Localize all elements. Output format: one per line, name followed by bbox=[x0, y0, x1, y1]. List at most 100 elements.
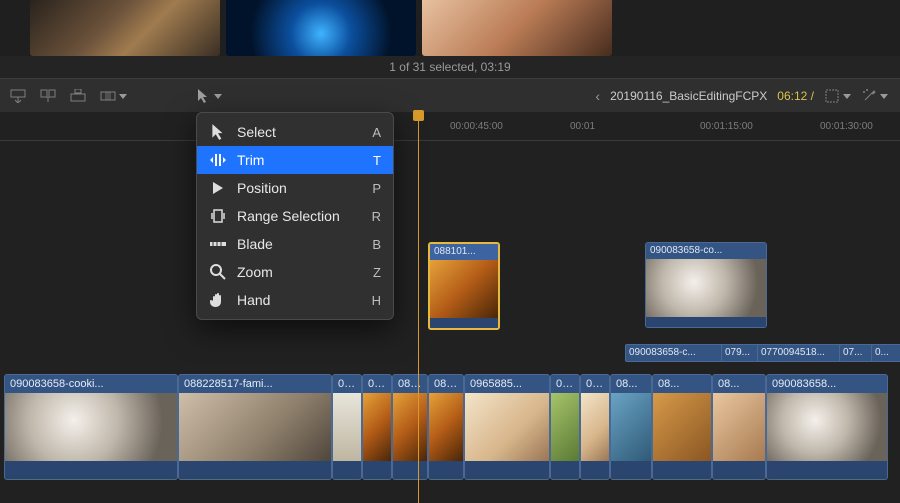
zoom-icon bbox=[209, 263, 227, 281]
connected-clip[interactable]: 090083658-co... bbox=[645, 242, 767, 328]
connect-icon[interactable] bbox=[70, 88, 86, 104]
connected-clip[interactable]: 088101... bbox=[428, 242, 500, 330]
primary-clip[interactable]: 08... bbox=[580, 374, 610, 480]
browser-thumb[interactable] bbox=[30, 0, 220, 56]
ruler-mark: 00:01:30:00 bbox=[820, 121, 873, 132]
tool-menu-item-blade[interactable]: BladeB bbox=[197, 230, 393, 258]
clip-label: 088... bbox=[393, 375, 427, 393]
primary-clip[interactable]: 08... bbox=[332, 374, 362, 480]
tool-menu-item-range[interactable]: Range Selection R bbox=[197, 202, 393, 230]
tool-selector[interactable] bbox=[195, 88, 222, 104]
primary-clip[interactable]: 08... bbox=[362, 374, 392, 480]
chevron-down-icon bbox=[843, 94, 851, 99]
primary-clip[interactable]: 08... bbox=[610, 374, 652, 480]
status-text: 1 of 31 selected, 03:19 bbox=[389, 60, 510, 74]
clip-audio bbox=[333, 461, 361, 475]
effects-dropdown[interactable] bbox=[861, 88, 888, 104]
project-name[interactable]: 20190116_BasicEditingFCPX bbox=[610, 89, 767, 103]
position-icon bbox=[209, 179, 227, 197]
browser-thumb[interactable] bbox=[422, 0, 612, 56]
tool-menu-label: Blade bbox=[237, 236, 362, 252]
primary-clip[interactable]: 090083658-cooki... bbox=[4, 374, 178, 480]
tool-menu-label: Hand bbox=[237, 292, 362, 308]
clip-thumb bbox=[5, 393, 177, 461]
primary-clip[interactable]: 0965885... bbox=[464, 374, 550, 480]
connected-clips-lane-2[interactable]: 090083658-c...079...0770094518...07...0.… bbox=[0, 344, 900, 362]
tool-menu-item-trim[interactable]: TrimT bbox=[197, 146, 393, 174]
clip-label: 08... bbox=[713, 375, 765, 393]
clip-label: 088101... bbox=[430, 244, 498, 260]
tool-menu-item-zoom[interactable]: ZoomZ bbox=[197, 258, 393, 286]
timeline-ruler[interactable]: 00:00:45:0000:0100:01:15:0000:01:30:00 bbox=[0, 112, 900, 141]
clip-audio bbox=[430, 318, 498, 328]
clip-thumb bbox=[767, 393, 887, 461]
clip-label: 08... bbox=[581, 375, 609, 393]
append-icon[interactable] bbox=[40, 88, 56, 104]
primary-storyline[interactable]: 090083658-cooki...088228517-fami...08...… bbox=[0, 374, 900, 482]
clip-label: 090083658... bbox=[767, 375, 887, 393]
primary-clip[interactable]: 088228517-fami... bbox=[178, 374, 332, 480]
clip-audio bbox=[179, 461, 331, 475]
clip-label: 0965885... bbox=[465, 375, 549, 393]
clip-label: 090083658-co... bbox=[646, 243, 766, 259]
clip-audio bbox=[551, 461, 579, 475]
tool-menu-shortcut: R bbox=[372, 209, 381, 224]
index-dropdown[interactable] bbox=[824, 88, 851, 104]
clip-thumb bbox=[611, 393, 651, 461]
tool-menu-shortcut: A bbox=[372, 125, 381, 140]
effects-icon bbox=[861, 88, 877, 104]
primary-clip[interactable]: 08... bbox=[652, 374, 712, 480]
connected-clip-mini[interactable]: 0770094518... bbox=[757, 344, 845, 362]
tool-menu-item-position[interactable]: PositionP bbox=[197, 174, 393, 202]
select-icon bbox=[209, 123, 227, 141]
clip-audio bbox=[393, 461, 427, 475]
clip-thumb bbox=[465, 393, 549, 461]
clip-label: 08... bbox=[611, 375, 651, 393]
connected-clip-mini[interactable]: 0... bbox=[871, 344, 900, 362]
connected-clip-mini[interactable]: 090083658-c... bbox=[625, 344, 725, 362]
browser-thumb[interactable] bbox=[226, 0, 416, 56]
primary-clip[interactable]: 088... bbox=[392, 374, 428, 480]
ruler-mark: 00:01 bbox=[570, 121, 595, 132]
clip-thumb bbox=[551, 393, 579, 461]
tool-menu-shortcut: H bbox=[372, 293, 381, 308]
clip-thumb bbox=[429, 393, 463, 461]
clip-audio bbox=[767, 461, 887, 475]
primary-clip[interactable]: 08... bbox=[712, 374, 766, 480]
primary-clip[interactable]: 088... bbox=[428, 374, 464, 480]
clip-label: 08... bbox=[363, 375, 391, 393]
clip-thumb bbox=[179, 393, 331, 461]
tool-menu-item-select[interactable]: Select A bbox=[197, 118, 393, 146]
insert-icon[interactable] bbox=[10, 88, 26, 104]
primary-clip[interactable]: 090083658... bbox=[766, 374, 888, 480]
clip-audio bbox=[363, 461, 391, 475]
tool-menu-label: Range Selection bbox=[237, 208, 362, 224]
project-timecode: 06:12 / bbox=[777, 89, 814, 103]
clip-thumb bbox=[393, 393, 427, 461]
prev-project-button[interactable]: ‹ bbox=[595, 88, 600, 104]
clip-audio bbox=[429, 461, 463, 475]
clip-label: 088... bbox=[429, 375, 463, 393]
overwrite-dropdown[interactable] bbox=[100, 88, 127, 104]
trim-icon bbox=[209, 151, 227, 169]
tool-menu-label: Select bbox=[237, 124, 362, 140]
ruler-mark: 00:01:15:00 bbox=[700, 121, 753, 132]
tool-menu-item-hand[interactable]: Hand H bbox=[197, 286, 393, 314]
clip-label: 08... bbox=[333, 375, 361, 393]
playhead[interactable] bbox=[418, 112, 419, 503]
clip-thumb bbox=[653, 393, 711, 461]
browser-thumbs bbox=[0, 0, 900, 56]
clip-label: 08... bbox=[653, 375, 711, 393]
chevron-down-icon bbox=[119, 94, 127, 99]
clip-audio bbox=[713, 461, 765, 475]
clip-audio bbox=[5, 461, 177, 475]
connected-clips-lane[interactable]: 088101... 090083658-co... bbox=[0, 242, 900, 332]
clip-thumb bbox=[713, 393, 765, 461]
timeline-toolbar: ‹ 20190116_BasicEditingFCPX 06:12 / bbox=[0, 78, 900, 114]
tool-menu-shortcut: P bbox=[372, 181, 381, 196]
primary-clip[interactable]: 08... bbox=[550, 374, 580, 480]
timeline[interactable]: 00:00:45:0000:0100:01:15:0000:01:30:00 0… bbox=[0, 112, 900, 503]
range-icon bbox=[209, 207, 227, 225]
chevron-down-icon bbox=[880, 94, 888, 99]
clip-thumb bbox=[333, 393, 361, 461]
